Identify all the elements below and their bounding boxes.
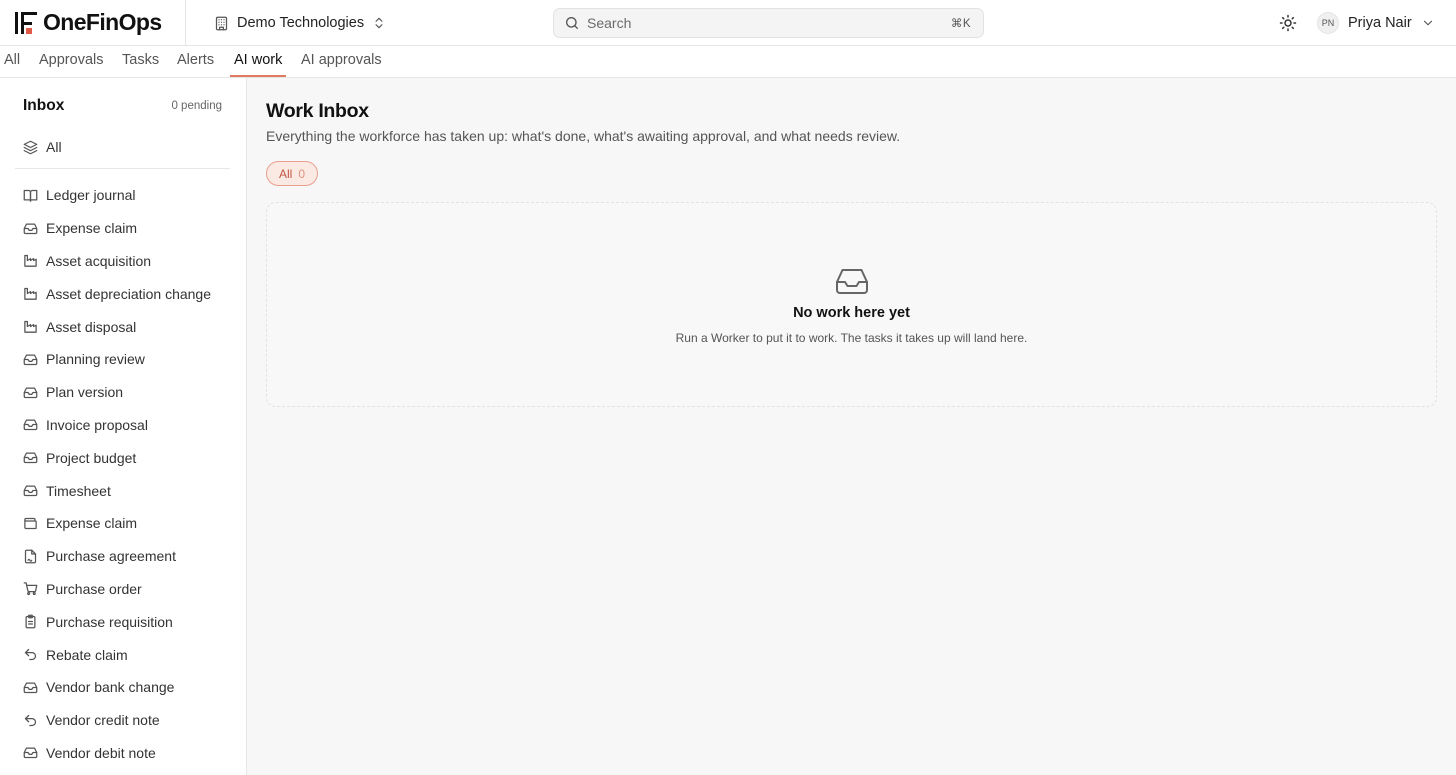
page-subtitle: Everything the workforce has taken up: w…: [266, 128, 901, 144]
inbox-icon: [23, 419, 38, 431]
global-search[interactable]: ⌘K: [553, 8, 984, 38]
undo-icon: [24, 714, 37, 726]
work-inbox-main: Work Inbox Everything the workforce has …: [247, 78, 1456, 775]
sidebar-item-label: Asset depreciation change: [46, 285, 211, 302]
sidebar-item-purchase-order[interactable]: Purchase order: [15, 573, 230, 606]
sidebar-item-label: Purchase order: [46, 580, 142, 597]
empty-state-title: No work here yet: [793, 305, 910, 321]
sidebar-item-purchase-agreement[interactable]: Purchase agreement: [15, 540, 230, 573]
empty-state-description: Run a Worker to put it to work. The task…: [675, 331, 1028, 345]
sidebar-item-label: Planning review: [46, 351, 145, 368]
sidebar-item-purchase-requisition[interactable]: Purchase requisition: [15, 605, 230, 638]
tab-ai-work[interactable]: AI work: [230, 46, 287, 77]
layers-icon: [23, 140, 38, 154]
org-switcher[interactable]: Demo Technologies: [214, 11, 386, 35]
sidebar-item-rebate-claim[interactable]: Rebate claim: [15, 638, 230, 671]
pending-count: 0 pending: [171, 100, 222, 112]
sidebar-item-label: Timesheet: [46, 482, 111, 499]
sidebar-item-label: Vendor bank change: [46, 679, 175, 696]
inbox-icon: [23, 452, 38, 464]
sidebar-item-all[interactable]: All: [15, 136, 230, 158]
sidebar-item-label: Plan version: [46, 384, 124, 401]
sun-icon: [1279, 14, 1297, 32]
sidebar-item-plan-version[interactable]: Plan version: [15, 376, 230, 409]
chevrons-up-down-icon: [375, 17, 383, 29]
sidebar-item-vendor-bank-change[interactable]: Vendor bank change: [15, 671, 230, 704]
wallet-icon: [24, 517, 37, 529]
sidebar-item-label: Expense claim: [46, 515, 138, 532]
sidebar-item-label: Purchase requisition: [46, 613, 173, 630]
cart-icon: [23, 582, 38, 596]
inbox-icon: [23, 682, 38, 693]
sidebar-item-label: Vendor credit note: [46, 712, 160, 729]
user-name: Priya Nair: [1348, 15, 1412, 31]
sidebar-item-ledger-journal[interactable]: Ledger journal: [15, 179, 230, 212]
sidebar-item-label: Purchase agreement: [46, 548, 176, 565]
sidebar-item-asset-disposal[interactable]: Asset disposal: [15, 310, 230, 343]
org-name: Demo Technologies: [237, 15, 365, 31]
sidebar-list: Ledger journal Expense claim Asset acqui…: [15, 179, 230, 769]
filter-chip-label: All: [278, 166, 293, 181]
sidebar-item-label: Asset disposal: [46, 318, 137, 335]
tab-all[interactable]: All: [0, 46, 24, 77]
building-icon: [215, 16, 228, 30]
inbox-tabs: All Approvals Tasks Alerts AI work AI ap…: [0, 46, 1456, 78]
brand-name: OneFinOps: [43, 9, 162, 35]
sidebar-item-label: All: [46, 139, 62, 155]
page-title: Work Inbox: [266, 100, 369, 122]
sidebar-item-expense-claim-2[interactable]: Expense claim: [15, 507, 230, 540]
sidebar-item-project-budget[interactable]: Project budget: [15, 441, 230, 474]
sidebar-item-asset-acquisition[interactable]: Asset acquisition: [15, 245, 230, 278]
tab-ai-approvals[interactable]: AI approvals: [297, 46, 386, 77]
empty-state: No work here yet Run a Worker to put it …: [266, 202, 1437, 407]
undo-icon: [24, 648, 37, 661]
sidebar-item-asset-depreciation-change[interactable]: Asset depreciation change: [15, 277, 230, 310]
sidebar-item-timesheet[interactable]: Timesheet: [15, 474, 230, 507]
theme-toggle-button[interactable]: [1279, 14, 1297, 32]
sidebar-item-vendor-credit-note[interactable]: Vendor credit note: [15, 704, 230, 737]
sidebar-item-vendor-debit-note[interactable]: Vendor debit note: [15, 737, 230, 770]
inbox-icon: [23, 747, 38, 759]
top-bar: OneFinOps Demo Technologies ⌘K PN Priya …: [0, 0, 1456, 46]
sidebar-item-label: Invoice proposal: [46, 416, 148, 433]
search-input[interactable]: [587, 15, 951, 31]
factory-icon: [24, 288, 37, 301]
tab-approvals[interactable]: Approvals: [35, 46, 107, 77]
file-signature-icon: [24, 549, 37, 564]
sidebar-item-label: Project budget: [46, 449, 137, 466]
sidebar-divider: [15, 168, 230, 169]
factory-icon: [24, 320, 37, 333]
clipboard-icon: [25, 614, 36, 629]
tab-alerts[interactable]: Alerts: [173, 46, 218, 77]
inbox-icon: [23, 387, 38, 398]
filter-chip-count: 0: [298, 166, 306, 181]
inbox-icon: [23, 223, 38, 234]
sidebar-item-label: Expense claim: [46, 220, 138, 237]
sidebar-item-invoice-proposal[interactable]: Invoice proposal: [15, 409, 230, 442]
sidebar-item-label: Ledger journal: [46, 187, 136, 204]
inbox-icon: [23, 354, 38, 365]
onefinops-logo-icon: [15, 11, 37, 34]
user-menu[interactable]: PN Priya Nair: [1317, 11, 1435, 35]
sidebar-item-label: Vendor debit note: [46, 744, 156, 761]
search-shortcut: ⌘K: [950, 18, 971, 30]
sidebar-item-label: Asset acquisition: [46, 252, 152, 269]
sidebar-item-label: Rebate claim: [46, 646, 128, 663]
inbox-icon: [836, 269, 868, 294]
sidebar-item-planning-review[interactable]: Planning review: [15, 343, 230, 376]
avatar: PN: [1317, 12, 1339, 34]
search-icon: [566, 17, 578, 29]
chevron-down-icon: [1423, 20, 1432, 26]
factory-icon: [24, 255, 37, 268]
filter-chip-all[interactable]: All 0: [266, 161, 318, 186]
sidebar-item-expense-claim[interactable]: Expense claim: [15, 212, 230, 245]
inbox-icon: [23, 485, 38, 497]
sidebar-title: Inbox: [23, 97, 65, 114]
brand-logo[interactable]: OneFinOps: [0, 0, 186, 45]
tab-tasks[interactable]: Tasks: [118, 46, 163, 77]
inbox-sidebar: Inbox 0 pending All Ledger journal Expen…: [0, 78, 247, 775]
book-icon: [23, 189, 38, 202]
